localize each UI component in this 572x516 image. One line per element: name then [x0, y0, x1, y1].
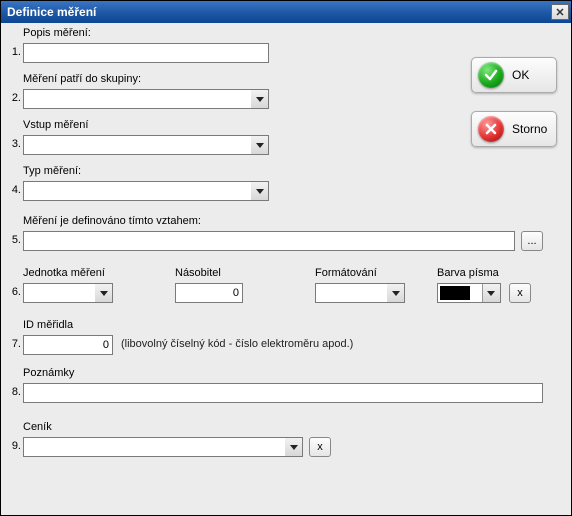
- cancel-button[interactable]: Storno: [471, 111, 557, 147]
- chevron-down-icon: [487, 291, 495, 296]
- cenik-clear-button[interactable]: x: [309, 437, 331, 457]
- cancel-label: Storno: [512, 122, 547, 136]
- label-popis: Popis měření:: [23, 27, 91, 39]
- row-number-4: 4.: [5, 184, 21, 196]
- vztah-input[interactable]: [23, 231, 515, 251]
- x-icon: x: [517, 287, 523, 299]
- titlebar: Definice měření ✕: [1, 1, 571, 23]
- label-barva: Barva písma: [437, 267, 499, 279]
- ellipsis-icon: ...: [527, 235, 536, 247]
- skupina-select[interactable]: [23, 89, 269, 109]
- label-idmeridla: ID měřidla: [23, 319, 73, 331]
- row-number-9: 9.: [5, 440, 21, 452]
- barva-select[interactable]: [437, 283, 501, 303]
- cancel-icon: [478, 116, 504, 142]
- row-number-6: 6.: [5, 286, 21, 298]
- label-skupina: Měření patří do skupiny:: [23, 73, 141, 85]
- typ-select[interactable]: [23, 181, 269, 201]
- row-number-7: 7.: [5, 338, 21, 350]
- close-button[interactable]: ✕: [551, 4, 569, 20]
- ok-label: OK: [512, 68, 529, 82]
- row-number-1: 1.: [5, 46, 21, 58]
- close-icon: ✕: [555, 6, 564, 19]
- label-vztah: Měření je definováno tímto vztahem:: [23, 215, 201, 227]
- label-jednotka: Jednotka měření: [23, 267, 105, 279]
- x-icon-2: x: [317, 441, 323, 453]
- label-cenik: Ceník: [23, 421, 52, 433]
- color-swatch: [440, 286, 470, 300]
- nasobitel-input[interactable]: [175, 283, 243, 303]
- vstup-select[interactable]: [23, 135, 269, 155]
- formatovani-select[interactable]: [315, 283, 405, 303]
- jednotka-select[interactable]: [23, 283, 113, 303]
- row-number-5: 5.: [5, 234, 21, 246]
- barva-clear-button[interactable]: x: [509, 283, 531, 303]
- row-number-2: 2.: [5, 92, 21, 104]
- label-nasobitel: Násobitel: [175, 267, 221, 279]
- label-typ: Typ měření:: [23, 165, 81, 177]
- dialog-body: OK Storno Popis měření: 1. Měření patří …: [1, 23, 571, 515]
- window-title: Definice měření: [7, 5, 96, 19]
- row-number-3: 3.: [5, 138, 21, 150]
- cenik-select[interactable]: [23, 437, 303, 457]
- row-number-8: 8.: [5, 386, 21, 398]
- idmeridla-input[interactable]: [23, 335, 113, 355]
- ok-button[interactable]: OK: [471, 57, 557, 93]
- idmeridla-hint: (libovolný číselný kód - číslo elektromě…: [121, 338, 353, 350]
- popis-input[interactable]: [23, 43, 269, 63]
- poznamky-input[interactable]: [23, 383, 543, 403]
- vztah-ellipsis-button[interactable]: ...: [521, 231, 543, 251]
- dialog-window: Definice měření ✕ OK Storno Popis měření…: [0, 0, 572, 516]
- check-icon: [478, 62, 504, 88]
- label-poznamky: Poznámky: [23, 367, 74, 379]
- label-formatovani: Formátování: [315, 267, 377, 279]
- label-vstup: Vstup měření: [23, 119, 88, 131]
